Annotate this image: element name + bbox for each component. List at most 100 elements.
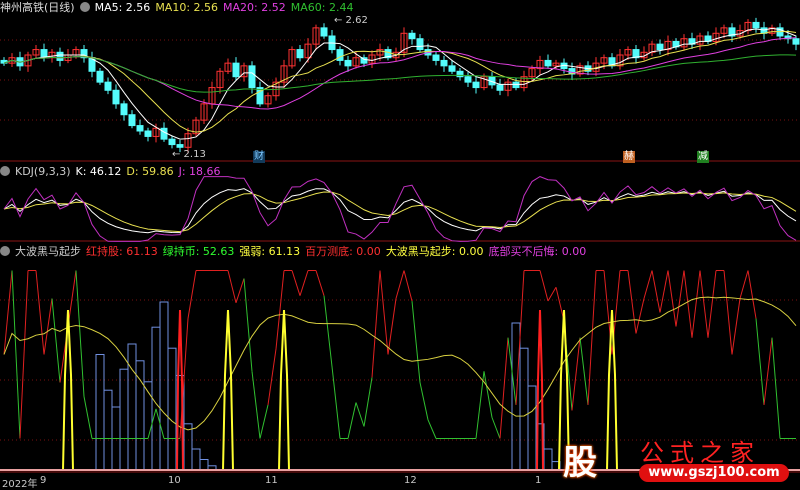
blue-bar <box>103 389 113 471</box>
candle-body <box>232 62 240 78</box>
candle-body <box>136 125 144 132</box>
strength-line-segment <box>355 402 365 427</box>
strength-line-segment <box>323 295 333 367</box>
strength-line-segment <box>371 270 381 378</box>
axis-tick: 10 <box>168 475 181 486</box>
candle-body <box>144 130 152 137</box>
strength-line-segment <box>763 337 773 405</box>
strength-line-segment <box>739 270 749 299</box>
strength-line-segment <box>387 298 397 355</box>
candle-body <box>112 89 120 105</box>
strength-line-segment <box>491 417 501 439</box>
strength-line-segment <box>395 270 405 299</box>
strength-line-segment <box>83 396 93 439</box>
candle-body <box>512 81 520 89</box>
million-bottom: 百万测底: 0.00 <box>305 245 381 258</box>
red-signal <box>176 309 184 471</box>
strength-line-segment <box>579 337 589 405</box>
candle-body <box>296 49 304 59</box>
strength-line-segment <box>475 371 485 439</box>
strength-line-segment <box>723 270 733 355</box>
strength-line-segment <box>483 371 493 418</box>
ma60-value: MA60: 2.44 <box>290 1 354 14</box>
candle-body <box>496 84 504 91</box>
strength-line-segment <box>11 270 21 439</box>
blue-bar <box>527 385 537 471</box>
candle-body <box>432 54 440 61</box>
strength-line-segment <box>299 270 309 296</box>
strength-line-segment <box>51 298 61 383</box>
blue-bar <box>167 347 177 471</box>
candle-body <box>752 21 760 29</box>
candle-body <box>360 57 368 64</box>
strength-line-segment <box>235 278 245 303</box>
yellow-signal <box>278 309 290 471</box>
candle-body <box>440 59 448 67</box>
blue-bar <box>543 448 553 471</box>
stock-title: 神州高铁(日线) <box>0 1 75 14</box>
candle-body <box>96 70 104 83</box>
blue-bar <box>95 354 105 471</box>
candle-body <box>128 114 136 127</box>
strength-line-segment <box>259 404 269 439</box>
candle-body <box>168 138 176 146</box>
axis-tick: 9 <box>40 475 47 486</box>
watermark-logo: 股 公式之家 www.gszj100.com <box>555 433 795 485</box>
strength-line-segment <box>251 371 261 439</box>
tag-orange: 赫 <box>623 151 635 163</box>
strength-line-segment <box>587 270 597 405</box>
settings-icon[interactable] <box>0 166 10 176</box>
candle-body <box>464 76 472 83</box>
strength-line-segment <box>635 298 645 334</box>
ma5-value: MA5: 2.56 <box>94 1 151 14</box>
ma10-value: MA10: 2.56 <box>155 1 219 14</box>
candle-body <box>248 65 256 89</box>
yellow-signal <box>222 309 234 471</box>
logo-url: www.gszj100.com <box>639 464 789 482</box>
kdj-header: KDJ(9,3,3) K: 46.12 D: 59.86 J: 18.66 <box>0 165 226 179</box>
kdj-d: D: 59.86 <box>126 165 174 178</box>
strength-line-segment <box>35 270 45 355</box>
axis-tick: 2022年 <box>2 479 38 490</box>
candle-body <box>472 81 480 89</box>
strength-line-segment <box>427 419 437 439</box>
settings-icon[interactable] <box>79 2 90 12</box>
strength-line-segment <box>755 318 765 405</box>
indicator-header: 大波黑马起步 红持股: 61.13 绿持币: 52.63 强弱: 61.13 百万测底:… <box>0 245 591 259</box>
strength-line-segment <box>75 270 85 397</box>
blue-bar <box>199 459 209 471</box>
blue-bar <box>127 343 137 471</box>
candle-body <box>56 51 64 61</box>
strength-line-segment <box>347 402 357 439</box>
indicator-title: 大波黑马起步 <box>15 245 81 258</box>
strength: 强弱: 61.13 <box>239 245 301 258</box>
ma20-value: MA20: 2.52 <box>223 1 286 14</box>
dark-horse-start: 大波黑马起步: 0.00 <box>385 245 484 258</box>
strength-line-segment <box>683 270 693 338</box>
settings-icon[interactable] <box>0 246 10 256</box>
strength-line-segment <box>291 270 301 296</box>
strength-line-segment <box>499 337 509 439</box>
blue-bar <box>159 301 169 471</box>
strength-line-segment <box>227 270 237 303</box>
strength-line-segment <box>691 270 701 338</box>
candle-body <box>160 127 168 140</box>
low-price-label: ← 2.13 <box>172 149 206 160</box>
strength-line-segment <box>699 270 709 338</box>
strength-line-segment <box>667 270 677 327</box>
kdj-title: KDJ(9,3,3) <box>15 165 71 178</box>
strength-line-segment <box>659 270 669 313</box>
strength-line-segment <box>651 270 661 313</box>
high-price-label: ← 2.62 <box>334 15 368 26</box>
strength-line-segment <box>43 298 53 355</box>
strength-line-segment <box>675 270 685 327</box>
strength-line-segment <box>403 270 413 302</box>
axis-tick: 11 <box>265 475 278 486</box>
candle-body <box>416 38 424 51</box>
strength-line-segment <box>547 287 557 302</box>
strength-line-segment <box>3 270 13 355</box>
strength-line-segment <box>315 270 325 296</box>
blue-bar <box>191 448 201 471</box>
bottom-buy: 底部买不后悔: 0.00 <box>488 245 587 258</box>
strength-line-segment <box>771 337 781 439</box>
